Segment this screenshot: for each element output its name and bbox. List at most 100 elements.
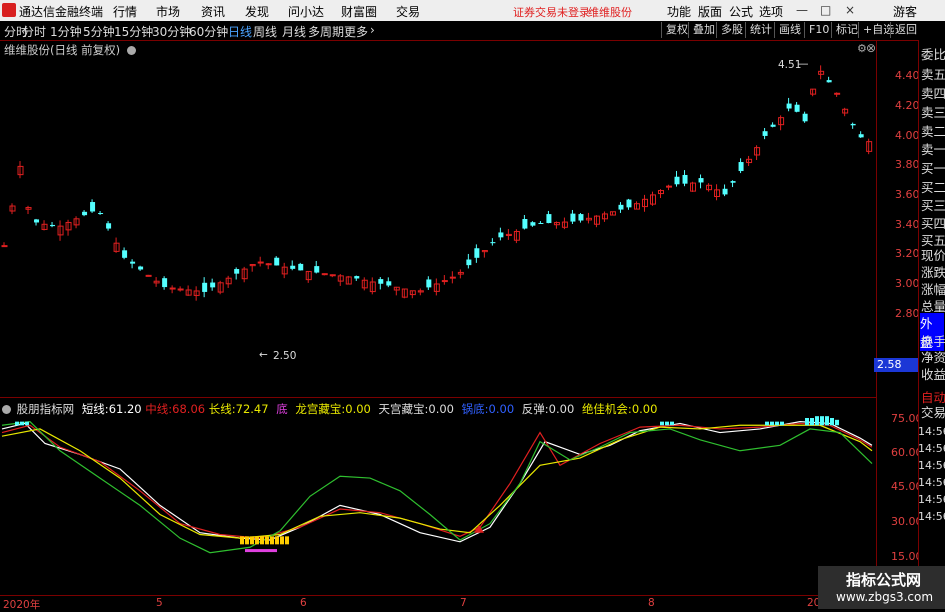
candle-body — [738, 162, 744, 172]
side-item[interactable]: 委比 — [921, 44, 945, 63]
signal-bar — [805, 418, 809, 426]
candle-body — [850, 123, 856, 126]
price-tick: 4.40 — [895, 69, 920, 82]
candle-body — [50, 224, 56, 227]
time-axis: 2020年 5 6 7 8 20 — [0, 595, 876, 611]
signal-bar — [25, 421, 29, 426]
dragon-bar — [245, 536, 249, 545]
indicator-series — [1, 416, 873, 554]
signal-bar — [670, 421, 674, 426]
time-tick: 14:56 — [918, 425, 945, 438]
bottom-label: 底 — [276, 402, 288, 416]
dragon-bar — [270, 536, 274, 545]
side-item[interactable]: 买一 — [921, 158, 945, 177]
candle-body — [90, 202, 96, 212]
candle-body — [177, 288, 184, 291]
side-item[interactable]: 交易 — [921, 402, 945, 421]
low-price-label: 2.50 — [273, 350, 297, 362]
candle-body — [674, 176, 680, 185]
quote-side-panel: 委比 卖五 卖四 卖三 卖二 卖一 买一 买二 买三 买四 买五 现价 涨跌 涨… — [918, 40, 945, 609]
toolbar-back[interactable]: 返回 — [890, 22, 921, 38]
price-tick: 4.00 — [895, 129, 920, 142]
rebound-label: 反弹:0.00 — [521, 402, 575, 416]
candle-body — [34, 219, 40, 223]
candle-body — [570, 213, 576, 222]
candle-body — [290, 265, 296, 269]
dragon-label: 龙宫藏宝:0.00 — [295, 402, 371, 416]
signal-bar — [20, 421, 24, 426]
signal-bar — [815, 416, 819, 426]
guest-label[interactable]: 游客 — [893, 3, 917, 20]
side-item[interactable]: 买二 — [921, 177, 945, 196]
candle-body — [538, 222, 544, 224]
time-tick: 14:56 — [918, 510, 945, 523]
dragon-bar — [285, 536, 289, 545]
signal-bar — [660, 421, 664, 426]
dragon-bar — [280, 536, 284, 545]
side-item[interactable]: 收益 — [921, 364, 945, 383]
signal-bar — [820, 416, 824, 426]
candle-body — [522, 218, 528, 229]
long-line — [1, 424, 873, 539]
panel-separator — [0, 397, 876, 398]
side-item[interactable]: 买三 — [921, 195, 945, 214]
indicator-name[interactable]: 股朋指标网 — [17, 402, 75, 416]
candle-body — [354, 276, 360, 279]
signal-bar — [775, 421, 779, 426]
signal-bar — [770, 421, 774, 426]
candle-body — [794, 104, 800, 112]
candle-body — [474, 248, 480, 258]
candle-body — [98, 213, 104, 215]
dragon-bar — [260, 536, 264, 545]
watermark: 指标公式网 www.zbgs3.com — [818, 566, 945, 609]
price-tick: 4.20 — [895, 99, 920, 112]
watermark-title: 指标公式网 — [846, 571, 922, 589]
side-item[interactable]: 卖四 — [921, 83, 945, 102]
candle-body — [466, 259, 472, 266]
watermark-url: www.zbgs3.com — [836, 590, 934, 604]
signal-bar — [765, 421, 769, 426]
candle-body — [314, 266, 320, 273]
candle-body — [162, 278, 168, 288]
candle-body — [834, 92, 841, 95]
time-tick: 14:56 — [918, 442, 945, 455]
candle-body — [274, 257, 280, 266]
side-item[interactable]: 卖一 — [921, 139, 945, 158]
candle-body — [426, 279, 432, 288]
price-axis: 4.40 4.20 4.00 3.80 3.60 3.40 3.20 3.00 … — [876, 40, 923, 609]
candle-body — [682, 174, 688, 184]
price-tick: 3.80 — [895, 158, 920, 171]
candle-body — [138, 266, 144, 270]
candle-body — [145, 274, 152, 277]
x-label: 8 — [648, 597, 655, 609]
candle-body — [730, 181, 736, 183]
long-line-label: 长线:72.47 — [208, 402, 269, 416]
green-line — [1, 421, 873, 554]
current-price-tag: 2.58 — [874, 358, 918, 372]
chance-label: 绝佳机会:0.00 — [581, 402, 658, 416]
side-item[interactable]: 卖二 — [921, 121, 945, 140]
side-item[interactable]: 卖三 — [921, 102, 945, 121]
candle-body — [858, 134, 864, 138]
short-line — [1, 421, 873, 543]
chart-canvas[interactable] — [0, 0, 876, 609]
low-arrow: ← — [259, 349, 268, 361]
high-arrow: — — [798, 58, 809, 70]
signal-bar — [825, 416, 829, 426]
signal-bar — [15, 421, 19, 426]
x-label: 7 — [460, 597, 467, 609]
sky-label: 天宫藏宝:0.00 — [378, 402, 454, 416]
candle-body — [386, 281, 392, 286]
candle-body — [449, 276, 456, 279]
candlestick-series — [1, 65, 873, 301]
price-tick: 2.80 — [895, 307, 920, 320]
x-label: 2020年 — [3, 599, 41, 611]
dragon-bar — [265, 536, 269, 545]
side-item[interactable]: 卖五 — [921, 64, 945, 83]
candle-body — [378, 279, 384, 284]
time-tick: 14:56 — [918, 459, 945, 472]
price-tick: 3.20 — [895, 247, 920, 260]
indicator-settings-icon[interactable] — [2, 405, 11, 414]
x-label: 5 — [156, 597, 163, 609]
short-line-label: 短线:61.20 — [81, 402, 142, 416]
